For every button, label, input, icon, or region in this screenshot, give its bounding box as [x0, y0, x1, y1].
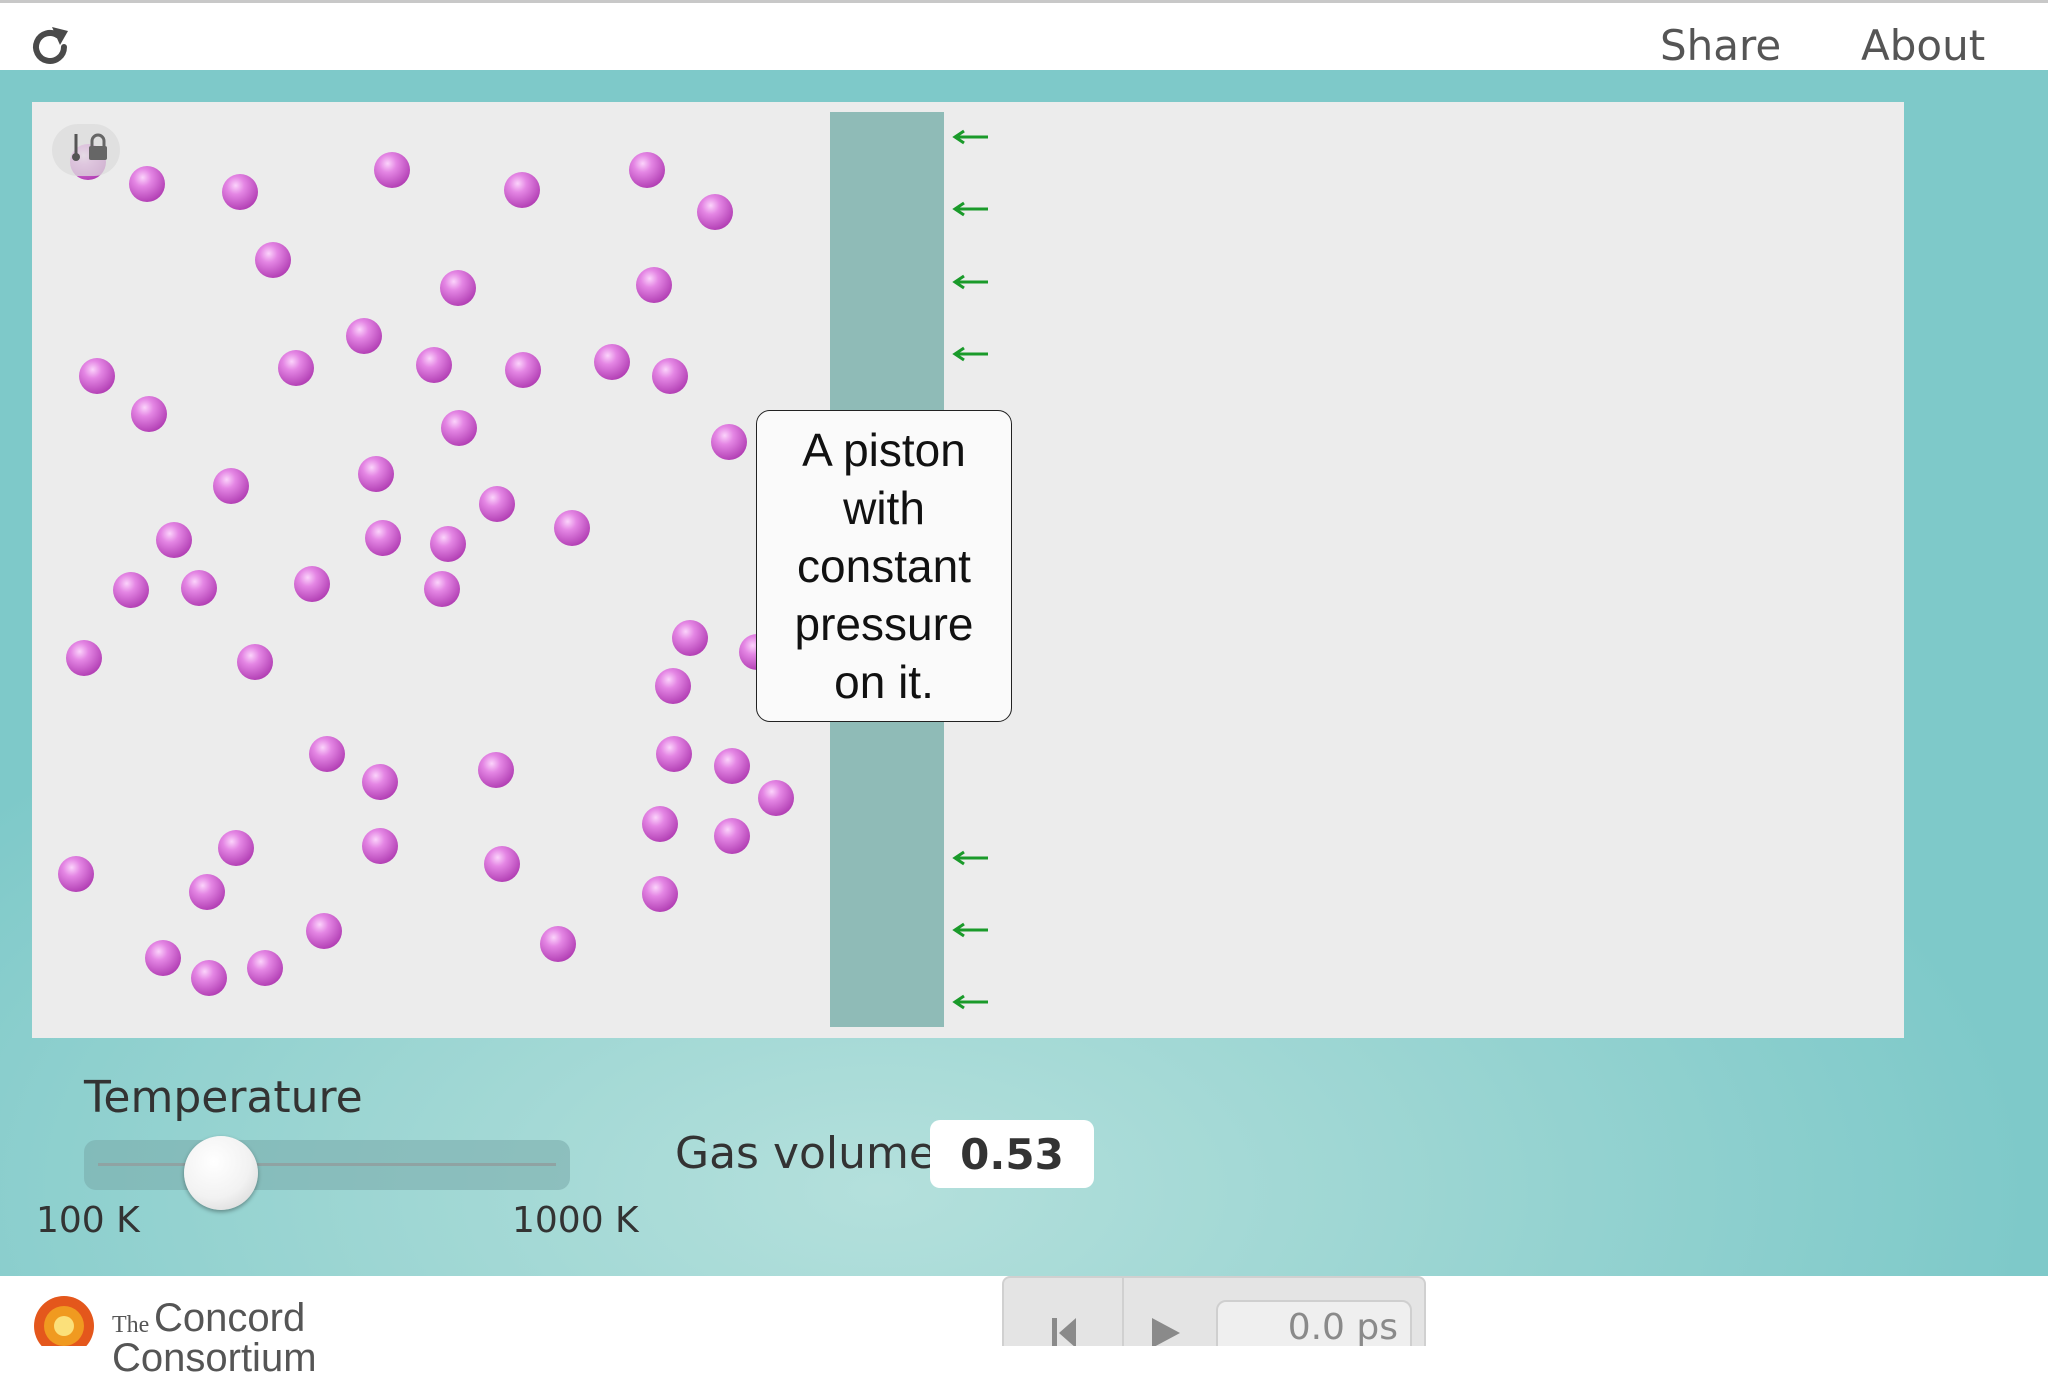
gas-molecule[interactable]	[554, 510, 590, 546]
gas-molecule[interactable]	[213, 468, 249, 504]
gas-molecule[interactable]	[504, 172, 540, 208]
gas-molecule[interactable]	[430, 526, 466, 562]
time-display: 0.0 ps	[1216, 1300, 1412, 1346]
playback-controls: 0.0 ps	[1002, 1276, 1426, 1346]
gas-molecule[interactable]	[362, 828, 398, 864]
logo-text-line1: Concord	[154, 1296, 306, 1340]
piston-annotation: A piston with constant pressure on it.	[756, 410, 1012, 722]
gas-molecule[interactable]	[156, 522, 192, 558]
slider-track	[98, 1163, 556, 1166]
gas-molecule[interactable]	[255, 242, 291, 278]
top-bar: Share About	[0, 0, 2048, 70]
gas-molecule[interactable]	[79, 358, 115, 394]
temperature-label: Temperature	[84, 1072, 363, 1123]
pressure-arrow-icon	[952, 346, 988, 362]
gas-molecule[interactable]	[636, 267, 672, 303]
gas-molecule[interactable]	[358, 456, 394, 492]
temperature-max-label: 1000 K	[512, 1200, 639, 1241]
gas-molecule[interactable]	[218, 830, 254, 866]
reload-icon	[33, 27, 68, 64]
gas-molecule[interactable]	[113, 572, 149, 608]
atom-pin-controls[interactable]	[52, 124, 120, 176]
gas-molecule[interactable]	[191, 960, 227, 996]
gas-molecule[interactable]	[222, 174, 258, 210]
gas-molecule[interactable]	[594, 344, 630, 380]
simulation-stage: A piston with constant pressure on it. T…	[0, 70, 2048, 1276]
gas-molecule[interactable]	[642, 806, 678, 842]
slider-handle[interactable]	[184, 1136, 259, 1210]
gas-molecule[interactable]	[656, 736, 692, 772]
gas-molecule[interactable]	[629, 152, 665, 188]
gas-volume-label: Gas volume	[675, 1128, 936, 1179]
molecular-model-canvas[interactable]: A piston with constant pressure on it.	[32, 102, 1904, 1038]
pressure-arrow-icon	[952, 994, 988, 1010]
gas-molecule[interactable]	[365, 520, 401, 556]
reset-icon	[1052, 1318, 1076, 1346]
gas-molecule[interactable]	[131, 396, 167, 432]
gas-molecule[interactable]	[294, 566, 330, 602]
gas-molecule[interactable]	[697, 194, 733, 230]
bottom-bar: The Concord Consortium 0.0 ps	[0, 1276, 2048, 1380]
gas-molecule[interactable]	[278, 350, 314, 386]
gas-molecule[interactable]	[346, 318, 382, 354]
logo-small-text: The	[112, 1312, 150, 1338]
gas-molecule[interactable]	[441, 410, 477, 446]
temperature-min-label: 100 K	[36, 1200, 140, 1241]
gas-molecule[interactable]	[66, 640, 102, 676]
gas-molecule[interactable]	[362, 764, 398, 800]
lock-icon	[89, 133, 107, 160]
gas-molecule[interactable]	[129, 166, 165, 202]
play-button[interactable]	[1124, 1278, 1210, 1346]
gas-molecule[interactable]	[416, 347, 452, 383]
gas-molecule[interactable]	[181, 570, 217, 606]
pressure-arrow-icon	[952, 274, 988, 290]
play-icon	[1152, 1318, 1180, 1346]
gas-molecule[interactable]	[424, 571, 460, 607]
temperature-slider[interactable]	[84, 1136, 570, 1210]
logo-text-line2: Consortium	[112, 1336, 317, 1380]
gas-molecule[interactable]	[145, 940, 181, 976]
gas-molecule[interactable]	[247, 950, 283, 986]
pressure-arrow-icon	[952, 850, 988, 866]
gas-molecule[interactable]	[374, 152, 410, 188]
gas-molecule[interactable]	[672, 620, 708, 656]
concord-logo[interactable]: The Concord Consortium	[22, 1282, 342, 1380]
pressure-arrow-icon	[952, 129, 988, 145]
gas-molecule[interactable]	[237, 644, 273, 680]
reset-button[interactable]	[1004, 1278, 1124, 1346]
gas-molecule[interactable]	[711, 424, 747, 460]
gas-molecule[interactable]	[505, 352, 541, 388]
gas-molecule[interactable]	[714, 818, 750, 854]
pressure-arrow-icon	[952, 922, 988, 938]
gas-volume-value: 0.53	[960, 1129, 1064, 1179]
reload-button[interactable]	[26, 23, 74, 71]
gas-molecule[interactable]	[714, 748, 750, 784]
gas-molecule[interactable]	[652, 358, 688, 394]
thermometer-icon	[72, 134, 80, 161]
gas-molecule[interactable]	[58, 856, 94, 892]
logo-icon	[34, 1296, 94, 1346]
gas-molecule[interactable]	[642, 876, 678, 912]
gas-molecule[interactable]	[440, 270, 476, 306]
gas-molecule[interactable]	[479, 486, 515, 522]
gas-molecule[interactable]	[306, 913, 342, 949]
gas-volume-readout: 0.53	[930, 1120, 1094, 1188]
gas-molecule[interactable]	[309, 736, 345, 772]
pressure-arrow-icon	[952, 201, 988, 217]
gas-molecule[interactable]	[540, 926, 576, 962]
gas-molecule[interactable]	[478, 752, 514, 788]
about-link[interactable]: About	[1861, 21, 1985, 70]
gas-molecule[interactable]	[758, 780, 794, 816]
gas-molecules	[58, 144, 794, 996]
share-link[interactable]: Share	[1660, 21, 1781, 70]
gas-molecule[interactable]	[189, 874, 225, 910]
gas-molecule[interactable]	[484, 846, 520, 882]
gas-molecule[interactable]	[655, 668, 691, 704]
